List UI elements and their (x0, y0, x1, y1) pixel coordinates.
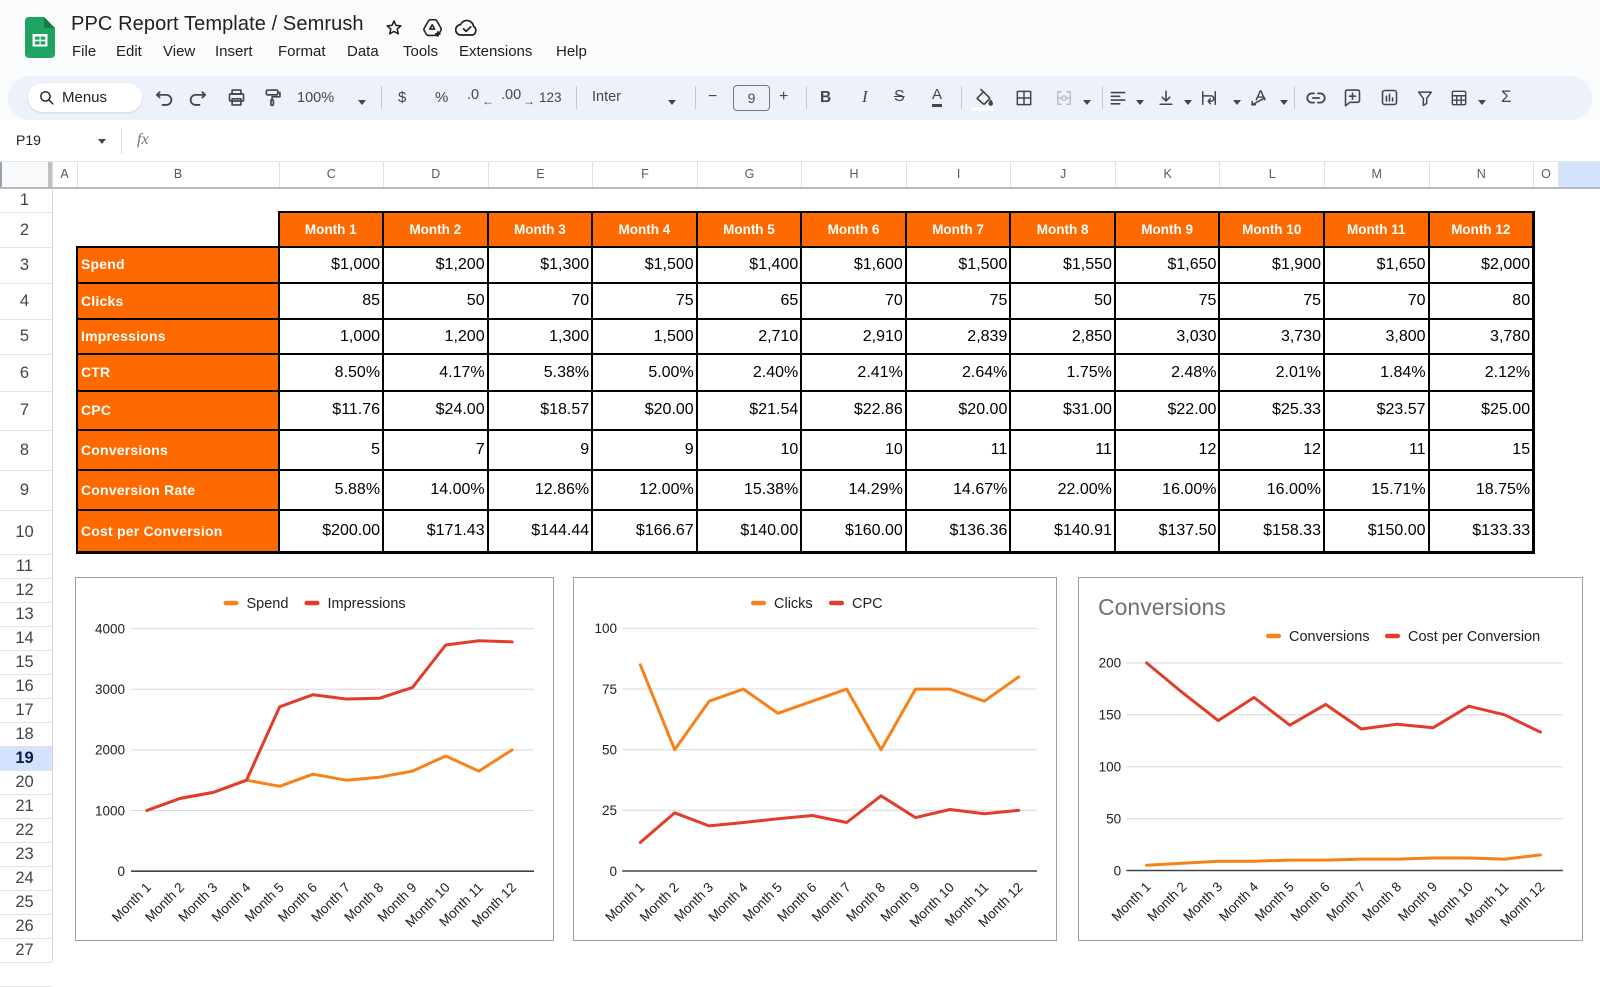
svg-text:Conversions: Conversions (1098, 594, 1226, 620)
svg-text:50: 50 (602, 743, 617, 758)
svg-text:Cost per Conversion: Cost per Conversion (1408, 629, 1540, 645)
svg-text:0: 0 (117, 864, 125, 879)
svg-text:100: 100 (1099, 760, 1122, 775)
svg-text:0: 0 (1114, 863, 1122, 878)
svg-text:100: 100 (594, 621, 617, 636)
svg-text:Impressions: Impressions (328, 596, 406, 612)
svg-text:1000: 1000 (95, 803, 125, 818)
svg-text:2000: 2000 (95, 743, 125, 758)
svg-text:Clicks: Clicks (774, 596, 813, 612)
svg-text:75: 75 (602, 682, 617, 697)
svg-text:50: 50 (1106, 811, 1121, 826)
svg-text:200: 200 (1099, 656, 1122, 671)
svg-text:4000: 4000 (95, 621, 125, 636)
svg-text:CPC: CPC (852, 596, 883, 612)
svg-text:150: 150 (1099, 708, 1122, 723)
svg-text:3000: 3000 (95, 682, 125, 697)
svg-text:25: 25 (602, 803, 617, 818)
svg-text:Spend: Spend (247, 596, 289, 612)
svg-text:0: 0 (609, 864, 617, 879)
svg-text:Conversions: Conversions (1289, 629, 1370, 645)
